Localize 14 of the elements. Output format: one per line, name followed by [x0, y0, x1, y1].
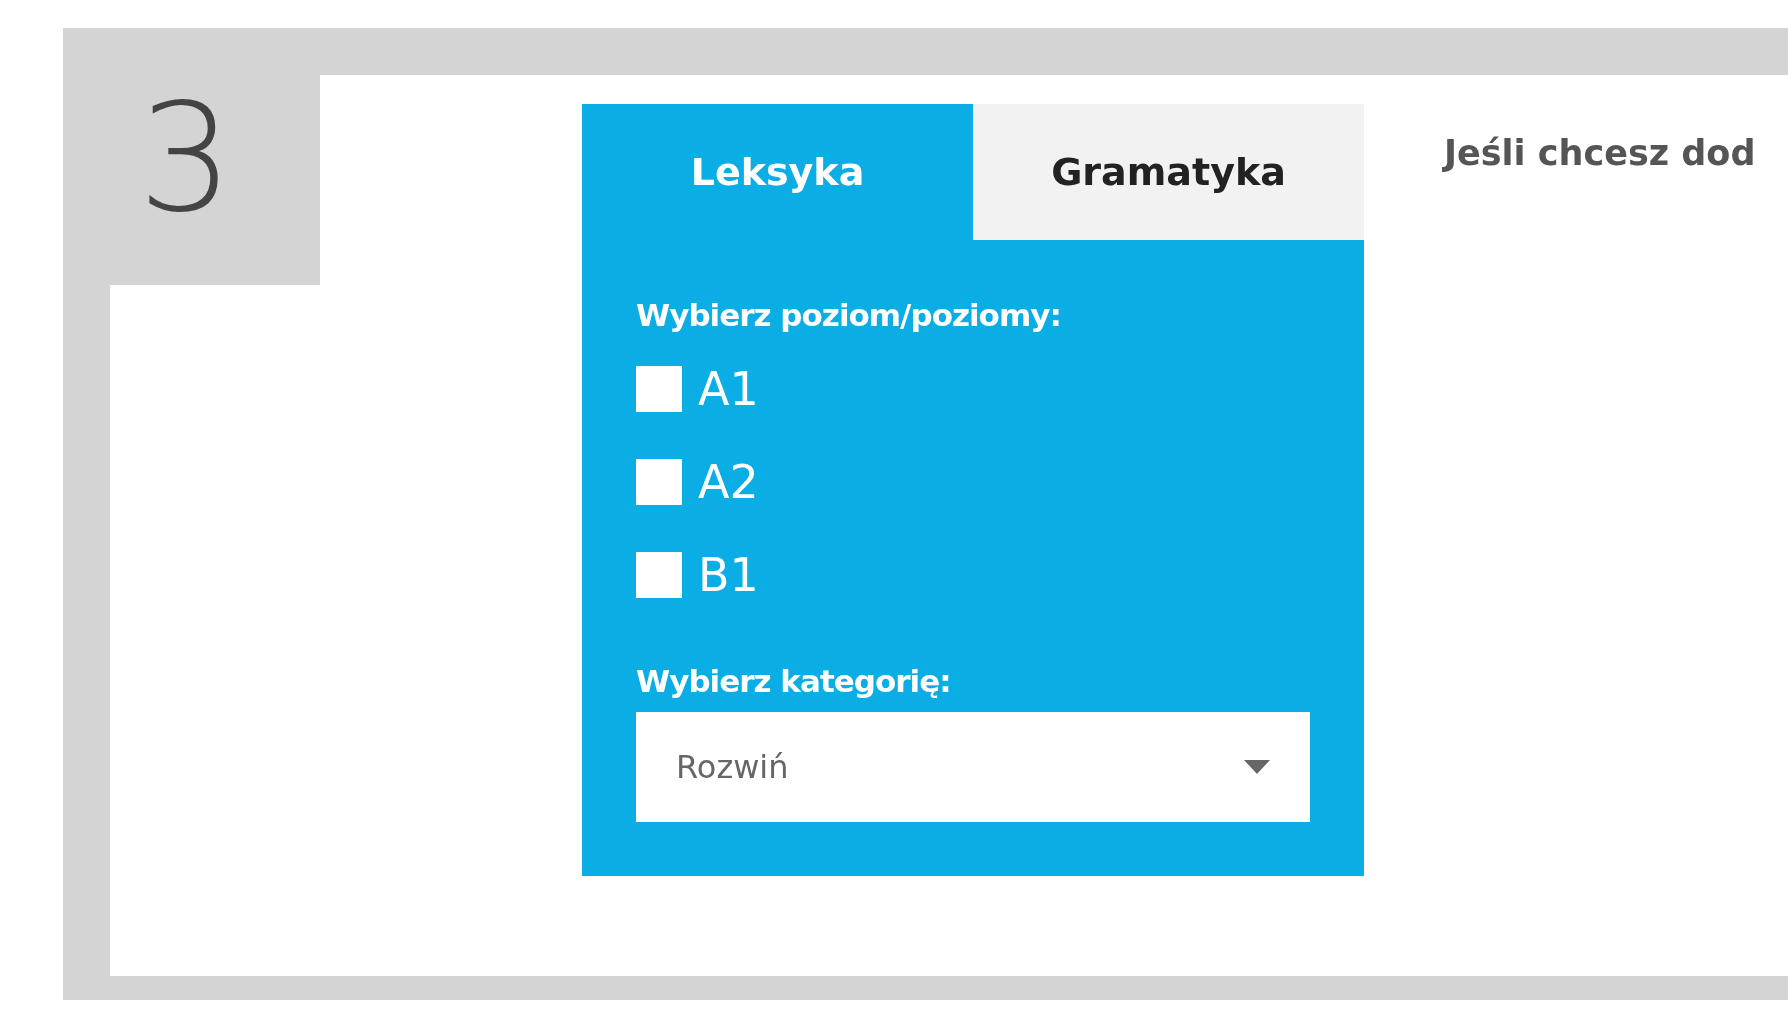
level-label: A2: [698, 453, 759, 511]
checkbox[interactable]: [636, 459, 682, 505]
checkbox[interactable]: [636, 552, 682, 598]
caret-icon: [1244, 760, 1270, 774]
tab[interactable]: Gramatyka: [973, 104, 1364, 240]
dropdown-value: Rozwiń: [676, 747, 789, 788]
category-dropdown[interactable]: Rozwiń: [636, 712, 1310, 822]
hint-text: Jeśli chcesz dod: [1441, 132, 1756, 175]
level-label: B1: [698, 546, 759, 604]
category-label: Wybierz kategorię:: [636, 661, 952, 701]
levels-label: Wybierz poziom/poziomy:: [636, 296, 1062, 335]
checkbox[interactable]: [636, 366, 682, 412]
level-label: A1: [698, 360, 759, 418]
step-number: 3: [137, 75, 235, 233]
